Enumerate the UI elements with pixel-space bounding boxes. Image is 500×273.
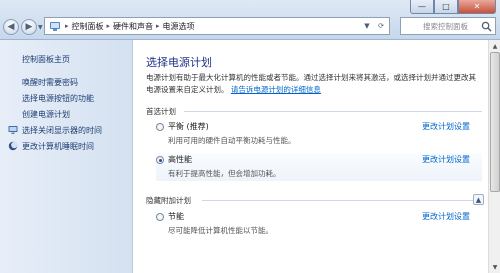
title-bar: — □ ✕ ◀ ▶ ▼ ▸ 控制面板 ▸ 硬件和声音 ▸ 电源选项 ▼ ⟳ 搜索… — [0, 0, 500, 40]
breadcrumb[interactable]: ▸ 控制面板 ▸ 硬件和声音 ▸ 电源选项 ▼ ⟳ — [44, 17, 390, 35]
collapse-group-button[interactable]: ▲ — [473, 194, 484, 205]
minimize-button[interactable]: — — [410, 0, 434, 14]
maximize-button[interactable]: □ — [434, 0, 458, 14]
scrollbar-thumb[interactable] — [490, 52, 500, 192]
vertical-scrollbar[interactable]: ▲ ▼ — [488, 40, 500, 273]
task-sleep-time[interactable]: 更改计算机睡眠时间 — [22, 141, 94, 152]
plan-name: 节能 — [168, 212, 184, 221]
display-icon — [8, 126, 18, 134]
plan-high-performance[interactable]: 高性能 有利于提高性能，但会增加功耗。 更改计划设置 — [156, 153, 482, 181]
refresh-icon[interactable]: ⟳ — [375, 20, 387, 32]
breadcrumb-control-panel[interactable]: 控制面板 — [72, 21, 104, 32]
preferred-plans-label: 首选计划 — [146, 107, 176, 116]
search-input[interactable]: 搜索控制面板 — [423, 21, 468, 32]
address-bar: ◀ ▶ ▼ ▸ 控制面板 ▸ 硬件和声音 ▸ 电源选项 ▼ ⟳ 搜索控制面板 — [0, 16, 500, 38]
group-divider — [202, 200, 482, 201]
search-box[interactable]: 搜索控制面板 — [400, 17, 496, 35]
back-button[interactable]: ◀ — [3, 19, 19, 35]
breadcrumb-power-options[interactable]: 电源选项 — [163, 21, 195, 32]
task-power-button[interactable]: 选择电源按钮的功能 — [22, 93, 94, 104]
change-plan-settings-link[interactable]: 更改计划设置 — [422, 211, 470, 222]
search-icon[interactable] — [481, 21, 492, 32]
change-plan-settings-link[interactable]: 更改计划设置 — [422, 154, 470, 165]
plan-name: 平衡 (推荐) — [168, 122, 209, 131]
change-plan-settings-link[interactable]: 更改计划设置 — [422, 121, 470, 132]
plan-balanced[interactable]: 平衡 (推荐) 利用可用的硬件自动平衡功耗与性能。 更改计划设置 — [156, 120, 482, 148]
hidden-plans-label: 隐藏附加计划 — [146, 196, 191, 205]
breadcrumb-separator: ▸ — [156, 22, 160, 30]
scroll-down-arrow[interactable]: ▼ — [490, 262, 500, 272]
page-title: 选择电源计划 — [146, 56, 212, 69]
plan-description: 有利于提高性能，但会增加功耗。 — [168, 169, 281, 178]
page-description: 电源计划有助于最大化计算机的性能或者节能。通过选择计划来将其激活，或选择计划并通… — [146, 72, 486, 96]
close-button[interactable]: ✕ — [458, 0, 496, 14]
breadcrumb-separator: ▸ — [106, 22, 111, 30]
control-panel-icon — [50, 22, 60, 31]
plan-details-link[interactable]: 请告诉电源计划的详细信息 — [231, 85, 321, 94]
breadcrumb-hardware-sound[interactable]: 硬件和声音 — [113, 21, 153, 32]
control-panel-home-link[interactable]: 控制面板主页 — [22, 54, 70, 65]
plan-power-saver[interactable]: 节能 尽可能降低计算机性能以节能。 更改计划设置 — [156, 210, 482, 238]
address-dropdown-icon[interactable]: ▼ — [361, 20, 373, 32]
task-pane: 控制面板主页 唤醒时需要密码 选择电源按钮的功能 创建电源计划 选择关闭显示器的… — [0, 40, 133, 273]
content-pane: 选择电源计划 电源计划有助于最大化计算机的性能或者节能。通过选择计划来将其激活，… — [134, 40, 500, 273]
window-controls: — □ ✕ — [410, 0, 496, 14]
task-display-off-time[interactable]: 选择关闭显示器的时间 — [22, 125, 102, 136]
sleep-icon — [8, 141, 18, 151]
description-text: 电源设置来自定义计划。 — [146, 85, 229, 94]
scroll-up-arrow[interactable]: ▲ — [490, 41, 500, 51]
breadcrumb-separator: ▸ — [65, 22, 69, 30]
group-divider — [184, 111, 482, 112]
plan-name: 高性能 — [168, 155, 192, 164]
plan-balanced-radio[interactable] — [156, 123, 164, 131]
plan-high-performance-radio[interactable] — [156, 156, 164, 164]
task-wake-password[interactable]: 唤醒时需要密码 — [22, 77, 78, 88]
description-text: 电源计划有助于最大化计算机的性能或者节能。通过选择计划来将其激活，或选择计划并通… — [146, 73, 476, 82]
task-create-plan[interactable]: 创建电源计划 — [22, 109, 70, 120]
plan-description: 尽可能降低计算机性能以节能。 — [168, 226, 273, 235]
forward-button[interactable]: ▶ — [21, 19, 37, 35]
description-line: 电源设置来自定义计划。 请告诉电源计划的详细信息 — [146, 84, 486, 96]
plan-power-saver-radio[interactable] — [156, 213, 164, 221]
plan-description: 利用可用的硬件自动平衡功耗与性能。 — [168, 136, 296, 145]
